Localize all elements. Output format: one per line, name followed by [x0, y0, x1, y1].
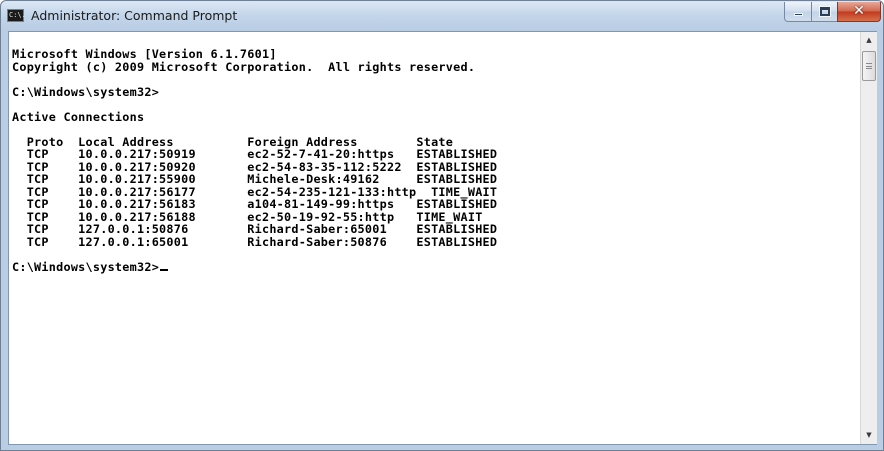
table-row: TCP 10.0.0.217:55900 Michele-Desk:49162 …	[12, 172, 498, 186]
console-output[interactable]: Microsoft Windows [Version 6.1.7601] Cop…	[9, 32, 860, 444]
table-row: TCP 127.0.0.1:50876 Richard-Saber:65001 …	[12, 222, 498, 236]
prompt-line[interactable]: C:\Windows\system32>	[12, 259, 497, 274]
cmd-icon[interactable]: C:\.	[7, 9, 26, 22]
command-prompt-window: C:\. Administrator: Command Prompt ✕ Mic…	[0, 0, 884, 451]
minimize-icon	[794, 13, 803, 16]
table-row: TCP 10.0.0.217:50919 ec2-52-7-41-20:http…	[12, 147, 498, 161]
arrow-up-icon: ▲	[866, 36, 872, 44]
close-icon: ✕	[853, 3, 865, 19]
table-row: TCP 10.0.0.217:56183 a104-81-149-99:http…	[12, 197, 498, 211]
maximize-button[interactable]	[811, 2, 838, 22]
table-row: TCP 127.0.0.1:65001 Richard-Saber:50876 …	[12, 234, 498, 249]
scroll-down-button[interactable]: ▼	[861, 427, 877, 444]
prompt-text: C:\Windows\system32>	[12, 259, 160, 274]
minimize-button[interactable]	[784, 2, 812, 22]
text-cursor	[160, 268, 169, 271]
console-client-area: Microsoft Windows [Version 6.1.7601] Cop…	[8, 31, 877, 445]
arrow-down-icon: ▼	[866, 431, 872, 439]
console-line: C:\Windows\system32>	[12, 84, 160, 99]
console-line: Active Connections	[12, 109, 145, 124]
grip-icon	[866, 63, 872, 69]
console-line: Copyright (c) 2009 Microsoft Corporation…	[12, 59, 476, 74]
vertical-scrollbar[interactable]: ▲ ▼	[860, 32, 877, 444]
scroll-up-button[interactable]: ▲	[861, 32, 877, 49]
window-title: Administrator: Command Prompt	[31, 8, 238, 23]
scroll-thumb[interactable]	[862, 51, 876, 81]
console-lines: Microsoft Windows [Version 6.1.7601] Cop…	[12, 48, 497, 273]
maximize-icon	[819, 6, 831, 17]
title-bar[interactable]: C:\. Administrator: Command Prompt ✕	[1, 1, 883, 31]
close-button[interactable]: ✕	[837, 2, 881, 22]
console-line: Microsoft Windows [Version 6.1.7601]	[12, 47, 277, 61]
